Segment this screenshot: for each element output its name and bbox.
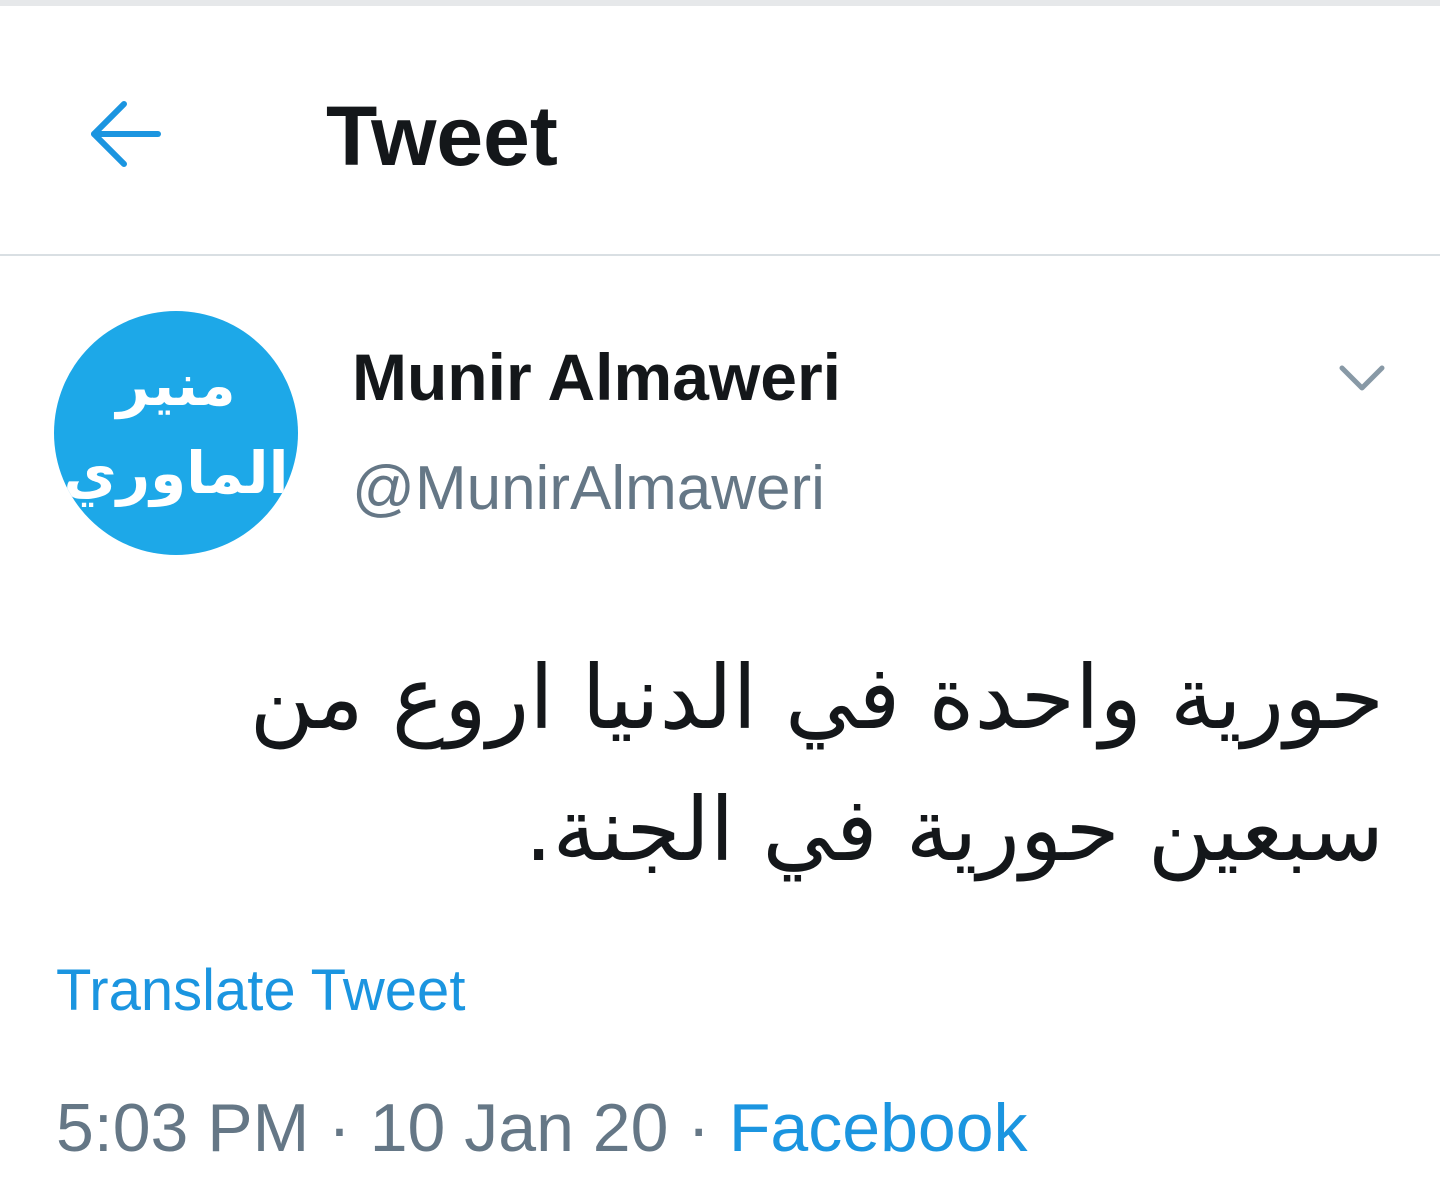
tweet-source-link[interactable]: Facebook bbox=[729, 1090, 1028, 1166]
tweet-metadata: 5:03 PM · 10 Jan 20 · Facebook bbox=[56, 1094, 1028, 1162]
translate-tweet-link[interactable]: Translate Tweet bbox=[56, 962, 465, 1020]
meta-separator: · bbox=[687, 1090, 710, 1166]
tweet-time: 5:03 PM bbox=[56, 1090, 310, 1166]
display-name[interactable]: Munir Almaweri bbox=[352, 344, 841, 410]
page-title: Tweet bbox=[326, 89, 558, 183]
tweet-detail-screen: Tweet منير الماوري Munir Almaweri @Munir… bbox=[0, 0, 1440, 1192]
tweet-menu-button[interactable] bbox=[1330, 352, 1394, 404]
tweet-text: حورية واحدة في الدنيا اروع من سبعين حوري… bbox=[249, 646, 1384, 881]
avatar-text-line2: الماوري bbox=[63, 439, 289, 507]
arrow-left-icon bbox=[91, 101, 161, 167]
chevron-down-icon bbox=[1339, 365, 1385, 391]
app-header: Tweet bbox=[0, 6, 1440, 254]
header-divider bbox=[0, 254, 1440, 256]
avatar-text-line1: منير bbox=[116, 351, 236, 419]
avatar[interactable]: منير الماوري bbox=[54, 311, 298, 555]
back-button[interactable] bbox=[84, 92, 168, 176]
tweet-date: 10 Jan 20 bbox=[369, 1090, 669, 1166]
meta-separator: · bbox=[328, 1090, 351, 1166]
user-handle[interactable]: @MunirAlmaweri bbox=[352, 458, 825, 520]
